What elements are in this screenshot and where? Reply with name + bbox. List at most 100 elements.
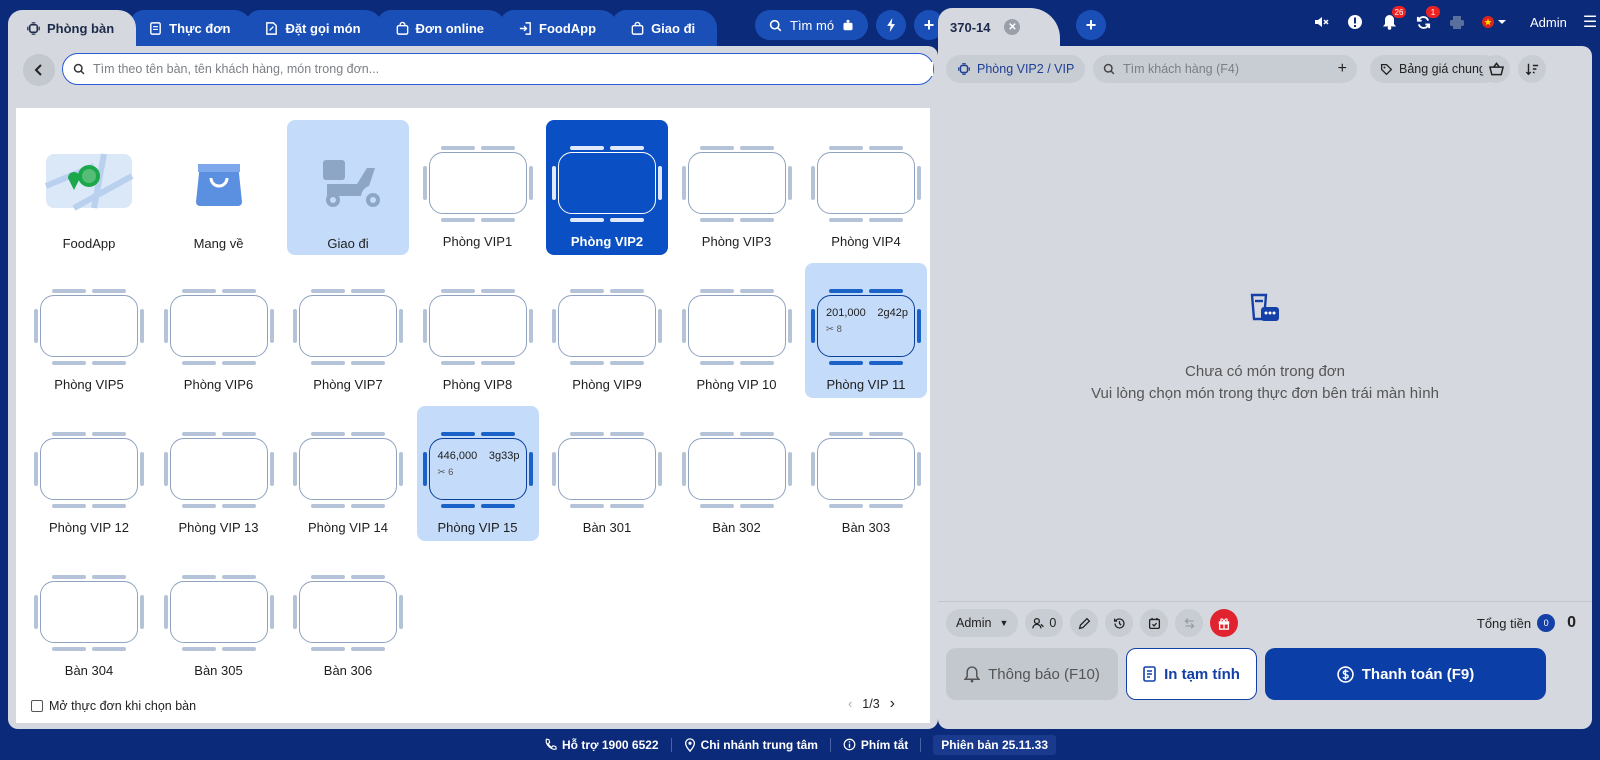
branch-label: Chi nhánh trung tâm: [700, 737, 818, 752]
chair: [52, 575, 86, 579]
chair: [311, 361, 345, 365]
chair: [829, 289, 863, 293]
table-tile[interactable]: 446,000 3g33p ✂ 6 Phòng VIP 15: [416, 406, 539, 541]
bell-icon[interactable]: 26: [1380, 6, 1406, 31]
table-tile[interactable]: Phòng VIP9: [546, 263, 668, 398]
chair: [422, 452, 427, 486]
open-menu-option[interactable]: Mở thực đơn khi chọn bàn: [31, 699, 196, 713]
chair: [528, 309, 533, 343]
table-tile[interactable]: Bàn 304: [28, 549, 150, 684]
foodapp-tile[interactable]: FoodApp: [28, 120, 150, 255]
tab-don-online[interactable]: Đơn online: [376, 10, 507, 46]
table-tile[interactable]: Phòng VIP3: [676, 120, 798, 255]
chair: [570, 146, 604, 150]
basket-button[interactable]: [1482, 55, 1510, 83]
mute-icon[interactable]: [1312, 13, 1330, 31]
hamburger-menu-icon[interactable]: ☰: [1583, 12, 1597, 32]
table-tile[interactable]: Phòng VIP4: [805, 120, 927, 255]
schedule-button[interactable]: [1140, 609, 1169, 637]
table-tile[interactable]: Bàn 301: [546, 406, 668, 541]
table-tile[interactable]: Phòng VIP7: [287, 263, 409, 398]
table-tile[interactable]: Phòng VIP 14: [287, 406, 409, 541]
tile-label: Bàn 302: [712, 520, 761, 535]
price-list-chip[interactable]: Bảng giá chung: [1370, 55, 1499, 83]
tile-label: Phòng VIP8: [442, 377, 513, 392]
branch-selector[interactable]: Chi nhánh trung tâm: [684, 738, 818, 752]
room-chip[interactable]: Phòng VIP2 / VIP: [946, 55, 1086, 83]
chair: [829, 504, 863, 508]
room-chip-label: Phòng VIP2 / VIP: [977, 62, 1075, 76]
edit-button[interactable]: [1070, 609, 1099, 637]
table-tile[interactable]: Phòng VIP8: [417, 263, 539, 398]
table-illustration: [681, 432, 792, 508]
table-tile[interactable]: 201,000 2g42p ✂ 8 Phòng VIP 11: [805, 263, 927, 398]
divider: [670, 737, 672, 752]
back-button[interactable]: [23, 54, 55, 86]
tab-foodapp[interactable]: FoodApp: [500, 10, 619, 46]
customer-search-box: +: [1093, 55, 1357, 83]
guest-count-button[interactable]: 0: [1025, 609, 1064, 637]
shortcuts-link[interactable]: Phím tắt: [843, 738, 908, 752]
table-illustration: [34, 432, 144, 508]
split-order-button[interactable]: [1175, 609, 1204, 637]
table-tile[interactable]: Bàn 302: [676, 406, 798, 541]
quick-action-button[interactable]: [876, 10, 907, 40]
printer-icon[interactable]: [1448, 13, 1466, 31]
tab-giao-di[interactable]: Giao đi: [612, 10, 718, 46]
vietnam-flag-icon[interactable]: [1482, 13, 1510, 31]
empty-order-icon: [1247, 291, 1283, 327]
table-shape: [428, 295, 527, 357]
sort-button[interactable]: [1518, 55, 1546, 83]
divider: [938, 601, 1592, 602]
tab-thuc-don[interactable]: Thực đơn: [130, 10, 253, 46]
guest-count: 0: [1049, 616, 1057, 630]
add-customer-icon[interactable]: +: [1338, 60, 1347, 78]
alert-icon[interactable]: [1346, 13, 1364, 31]
sync-icon[interactable]: 1: [1414, 6, 1440, 31]
delivery-tile[interactable]: Giao đi: [287, 120, 409, 255]
table-tile[interactable]: Phòng VIP5: [28, 263, 150, 398]
chair: [739, 289, 774, 293]
table-tile[interactable]: Phòng VIP 12: [28, 406, 150, 541]
table-tile[interactable]: Phòng VIP 13: [158, 406, 280, 541]
history-button[interactable]: [1105, 609, 1134, 637]
tab-phong-ban[interactable]: Phòng bàn: [8, 10, 137, 46]
chair: [181, 575, 216, 579]
close-icon[interactable]: ✕: [1004, 19, 1021, 35]
chair: [293, 309, 297, 343]
table-tile[interactable]: Bàn 303: [805, 406, 927, 541]
table-tile[interactable]: Phòng VIP6: [158, 263, 280, 398]
order-tab-label: 370-14: [950, 19, 991, 35]
new-order-tab-button[interactable]: +: [1076, 10, 1106, 40]
chair: [528, 452, 533, 486]
table-search-input[interactable]: [93, 62, 933, 76]
tab-label: Đơn online: [415, 20, 485, 36]
chair: [480, 289, 515, 293]
notify-kitchen-button[interactable]: Thông báo (F10): [946, 648, 1118, 700]
table-tile[interactable]: Phòng VIP 10: [676, 263, 798, 398]
open-menu-checkbox[interactable]: [31, 700, 43, 712]
chevron-left-icon[interactable]: ‹: [848, 697, 852, 711]
checkout-button[interactable]: Thanh toán (F9): [1265, 648, 1546, 700]
chevron-right-icon[interactable]: ›: [890, 695, 895, 713]
search-menu-button[interactable]: Tìm mó: [755, 10, 869, 40]
customer-search-input[interactable]: [1123, 62, 1330, 76]
user-name[interactable]: Admin: [1530, 15, 1567, 30]
chair: [440, 361, 475, 365]
order-tab[interactable]: 370-14 ✕: [938, 8, 1060, 46]
tile-label: Bàn 305: [194, 663, 243, 678]
staff-dropdown[interactable]: Admin ▼: [946, 609, 1019, 637]
takeaway-tile[interactable]: Mang về: [158, 120, 280, 255]
table-tile[interactable]: Bàn 305: [158, 549, 280, 684]
chair: [163, 309, 168, 343]
price-list-label: Bảng giá chung: [1399, 62, 1486, 76]
print-provisional-button[interactable]: In tạm tính: [1126, 648, 1257, 700]
chair: [221, 504, 256, 508]
gift-button[interactable]: [1210, 609, 1239, 637]
tab-dat-goi-mon[interactable]: Đặt gọi món: [246, 10, 383, 46]
support-hotline[interactable]: Hỗ trợ 1900 6522: [544, 738, 659, 752]
table-tile[interactable]: Bàn 306: [287, 549, 409, 684]
table-tile[interactable]: Phòng VIP2: [546, 120, 668, 255]
table-tile[interactable]: Phòng VIP1: [417, 120, 539, 255]
chair: [269, 595, 274, 629]
